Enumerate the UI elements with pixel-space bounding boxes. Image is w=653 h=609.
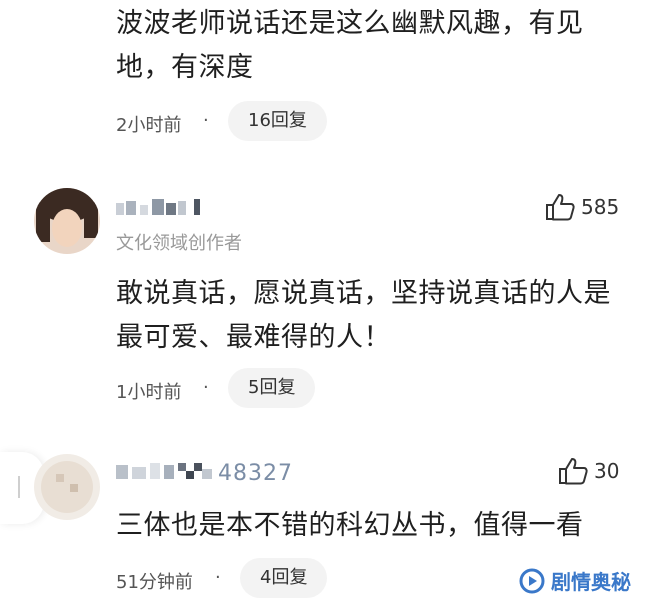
separator-dot: ·: [203, 110, 209, 131]
watermark: 剧情奥秘: [519, 566, 631, 595]
comment-text-line: 地，有深度: [116, 52, 254, 83]
username-blurred[interactable]: [116, 461, 220, 487]
comment-text: 敢说真话，愿说真话，坚持说真话的人是 最可爱、最难得的人！: [116, 272, 626, 360]
watermark-text: 剧情奥秘: [551, 570, 631, 594]
thumbs-up-icon: [546, 194, 575, 221]
reply-count-button[interactable]: 5回复: [228, 368, 316, 408]
reply-count-button[interactable]: 4回复: [240, 558, 328, 598]
like-button[interactable]: 585: [545, 193, 619, 221]
avatar[interactable]: [34, 454, 100, 520]
user-subtitle: 文化领域创作者: [116, 233, 242, 254]
separator-dot: ·: [215, 567, 221, 588]
username-suffix[interactable]: 48327: [218, 461, 293, 486]
reply-count-button[interactable]: 16回复: [228, 101, 327, 141]
blurred-username-icon: [116, 463, 212, 479]
blurred-username-icon: [116, 199, 200, 215]
comment-text-line: 波波老师说话还是这么幽默风趣，有见: [116, 8, 584, 39]
like-button[interactable]: 30: [558, 457, 619, 485]
play-logo-icon: [519, 568, 545, 593]
like-count: 585: [581, 195, 620, 219]
comment-text: 三体也是本不错的科幻丛书，值得一看: [116, 504, 626, 548]
username-blurred[interactable]: [116, 197, 212, 223]
like-count: 30: [594, 459, 620, 483]
comment-feed: 波波老师说话还是这么幽默风趣，有见 地，有深度 2小时前 · 16回复 文化领域…: [0, 0, 653, 609]
comment-text-line: 最可爱、最难得的人！: [116, 322, 391, 353]
avatar-image: [34, 188, 100, 254]
comment-timestamp: 1小时前: [116, 382, 182, 403]
avatar[interactable]: [34, 188, 100, 254]
comment-timestamp: 2小时前: [116, 115, 182, 136]
separator-dot: ·: [203, 377, 209, 398]
thumbs-up-icon: [559, 458, 588, 485]
comment-text-line: 三体也是本不错的科幻丛书，值得一看: [116, 510, 584, 541]
comment-text: 波波老师说话还是这么幽默风趣，有见 地，有深度: [116, 2, 626, 90]
avatar-image: [34, 454, 100, 520]
comment-text-line: 敢说真话，愿说真话，坚持说真话的人是: [116, 278, 611, 309]
side-tab-handle-icon: [18, 476, 20, 498]
comment-timestamp: 51分钟前: [116, 572, 193, 593]
